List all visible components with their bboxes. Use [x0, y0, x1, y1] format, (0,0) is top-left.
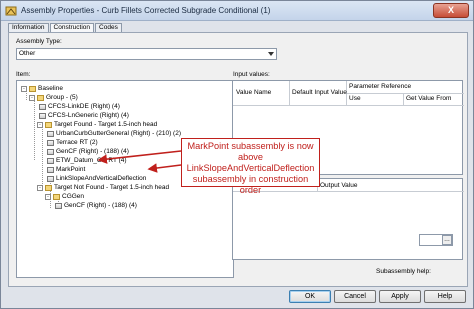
- assembly-properties-dialog: Assembly Properties - Curb Fillets Corre…: [0, 0, 474, 309]
- cancel-button[interactable]: Cancel: [334, 290, 376, 303]
- col-use[interactable]: Use: [349, 95, 361, 102]
- annotation-line: MarkPoint subassembly is now: [187, 141, 314, 151]
- col-parameter-reference: Parameter Reference: [349, 83, 412, 90]
- annotation-callout: MarkPoint subassembly is now above LinkS…: [181, 138, 320, 195]
- conditional-icon: [45, 184, 52, 191]
- subassembly-icon: [55, 202, 62, 209]
- subassembly-icon: [39, 112, 46, 119]
- window-title: Assembly Properties - Curb Fillets Corre…: [21, 6, 271, 15]
- tree-node-label: Baseline: [38, 85, 63, 92]
- tree-node-cfcs-linkde[interactable]: CFCS-LinkDE (Right) (4): [39, 102, 120, 111]
- assembly-type-label: Assembly Type:: [16, 38, 62, 45]
- collapse-icon[interactable]: -: [37, 121, 43, 128]
- tree-node-label: CFCS-LinkDE (Right) (4): [48, 103, 120, 110]
- help-button[interactable]: Help: [424, 290, 466, 303]
- tree-node-label: UrbanCurbGutterGeneral (Right) - (210) (…: [56, 130, 181, 137]
- conditional-icon: [45, 121, 52, 128]
- tree-node-label: CGGen: [62, 193, 85, 200]
- tree-node-etw-datum-cg[interactable]: ETW_Datum_CG RT (4): [47, 156, 127, 165]
- tree-node-group[interactable]: - Group - (5): [29, 93, 78, 102]
- tree-node-markpoint[interactable]: MarkPoint: [47, 165, 85, 174]
- assembly-type-select[interactable]: Other: [16, 48, 277, 60]
- collapse-icon[interactable]: -: [29, 94, 35, 101]
- tree-node-cfcs-lngeneric[interactable]: CFCS-LnGeneric (Right) (4): [39, 111, 129, 120]
- col-output-value[interactable]: Output Value: [320, 182, 357, 189]
- annotation-line: LinkSlopeAndVerticalDeflection: [186, 163, 315, 173]
- tree-node-target-found[interactable]: - Target Found - Target 1.5-inch head: [37, 120, 157, 129]
- tree-node-label: GenCF (Right) - (188) (4): [56, 148, 129, 155]
- assembly-type-value: Other: [19, 50, 36, 57]
- item-label: Item:: [16, 71, 31, 78]
- apply-button[interactable]: Apply: [379, 290, 421, 303]
- tree-node-linkslopeandverticaldeflection[interactable]: LinkSlopeAndVerticalDeflection: [47, 174, 146, 183]
- title-bar: Assembly Properties - Curb Fillets Corre…: [1, 1, 473, 21]
- ok-button[interactable]: OK: [289, 290, 331, 303]
- annotation-line: subassembly in construction order: [192, 174, 309, 195]
- tree-node-label: Group - (5): [46, 94, 78, 101]
- col-get-value-from[interactable]: Get Value From: [406, 95, 451, 102]
- tree-node-label: MarkPoint: [56, 166, 86, 173]
- annotation-line: above: [237, 152, 264, 162]
- subassembly-icon: [47, 166, 54, 173]
- input-values-label: Input values:: [233, 71, 270, 78]
- tree-node-label: Target Found - Target 1.5-inch head: [54, 121, 158, 128]
- tree-node-terrace-rt[interactable]: Terrace RT (2): [47, 138, 98, 147]
- group-icon: [53, 193, 60, 200]
- tree-node-gencf-right-2[interactable]: GenCF (Right) - (188) (4): [55, 201, 137, 210]
- tab-codes[interactable]: Codes: [95, 23, 122, 32]
- col-default-input-value[interactable]: Default Input Value: [292, 89, 347, 96]
- subassembly-icon: [47, 148, 54, 155]
- subassembly-help-label: Subassembly help:: [376, 268, 431, 275]
- group-icon: [37, 94, 44, 101]
- tree-node-target-not-found[interactable]: - Target Not Found - Target 1.5-inch hea…: [37, 183, 169, 192]
- tree-node-baseline[interactable]: - Baseline: [21, 84, 63, 93]
- close-button[interactable]: X: [433, 3, 469, 18]
- chevron-down-icon: [268, 52, 274, 56]
- subassembly-icon: [47, 157, 54, 164]
- collapse-icon[interactable]: -: [45, 193, 51, 200]
- subassembly-icon: [47, 130, 54, 137]
- assembly-icon: [5, 6, 17, 16]
- browse-button[interactable]: …: [442, 235, 452, 245]
- tree-node-label: GenCF (Right) - (188) (4): [64, 202, 137, 209]
- collapse-icon[interactable]: -: [37, 184, 43, 191]
- tree-node-gencf-right[interactable]: GenCF (Right) - (188) (4): [47, 147, 129, 156]
- tree-node-label: LinkSlopeAndVerticalDeflection: [56, 175, 147, 182]
- tree-node-cggen[interactable]: - CGGen: [45, 192, 84, 201]
- subassembly-icon: [47, 139, 54, 146]
- collapse-icon[interactable]: -: [21, 85, 27, 92]
- tree-node-label: Target Not Found - Target 1.5-inch head: [54, 184, 170, 191]
- tab-information[interactable]: Information: [8, 23, 49, 32]
- tree-node-urbancurbguttergeneral[interactable]: UrbanCurbGutterGeneral (Right) - (210) (…: [47, 129, 181, 138]
- subassembly-icon: [47, 175, 54, 182]
- baseline-icon: [29, 85, 36, 92]
- tree-node-label: Terrace RT (2): [56, 139, 98, 146]
- tree-node-label: ETW_Datum_CG RT (4): [56, 157, 127, 164]
- tree-node-label: CFCS-LnGeneric (Right) (4): [48, 112, 129, 119]
- subassembly-icon: [39, 103, 46, 110]
- col-value-name[interactable]: Value Name: [236, 89, 271, 96]
